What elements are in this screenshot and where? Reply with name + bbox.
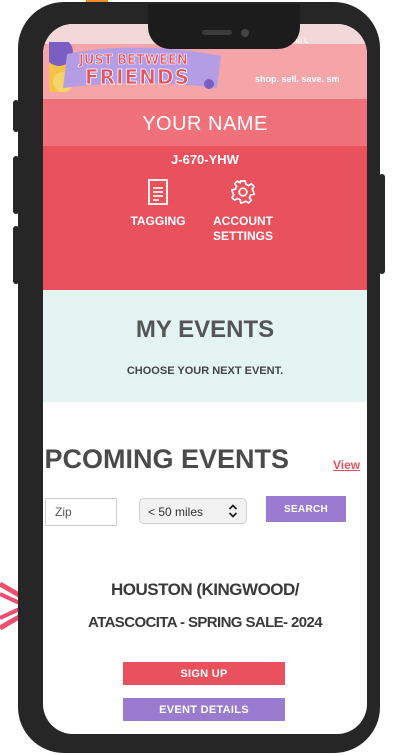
event-title-line1: HOUSTON (KINGWOOD/ bbox=[110, 580, 300, 599]
phone-screen: JUST BETWEEN FRIENDS ho L shop. sell. sa… bbox=[43, 24, 367, 734]
logo-text-line2: FRIENDS bbox=[85, 65, 190, 89]
account-panel: J-670-YHW TAGGING ACCOUNT SETTINGS bbox=[43, 146, 367, 290]
user-name-bar: YOUR NAME bbox=[43, 99, 367, 146]
my-events-title: MY EVENTS bbox=[135, 316, 275, 343]
phone-button-left-1 bbox=[13, 100, 19, 132]
speaker-slot bbox=[202, 30, 232, 35]
distance-select[interactable]: < 50 miles bbox=[139, 498, 247, 524]
tagging-label: TAGGING bbox=[130, 214, 186, 228]
phone-button-left-2 bbox=[13, 156, 19, 214]
zip-input[interactable] bbox=[45, 498, 117, 526]
search-button[interactable]: SEARCH bbox=[266, 496, 346, 522]
brand-tagline: shop. sell. save. sm bbox=[255, 74, 340, 84]
my-events-subtitle: CHOOSE YOUR NEXT EVENT. bbox=[126, 365, 284, 377]
event-title-line2: ATASCOCITA - SPRING SALE- 2024 bbox=[88, 614, 323, 631]
account-code: J-670-YHW bbox=[171, 152, 239, 167]
phone-button-left-3 bbox=[13, 226, 19, 284]
my-events-section: MY EVENTS CHOOSE YOUR NEXT EVENT. bbox=[43, 290, 367, 402]
distance-selected-value: < 50 miles bbox=[148, 505, 204, 519]
phone-button-right bbox=[379, 174, 385, 274]
account-settings-label-2: SETTINGS bbox=[212, 229, 273, 243]
user-name: YOUR NAME bbox=[142, 113, 268, 135]
gear-icon bbox=[230, 179, 256, 205]
tagging-menu-item[interactable]: TAGGING bbox=[118, 179, 198, 229]
front-camera bbox=[241, 29, 249, 37]
brand-logo[interactable]: JUST BETWEEN FRIENDS bbox=[49, 42, 225, 92]
sign-up-button[interactable]: SIGN UP bbox=[123, 662, 285, 685]
event-details-button[interactable]: EVENT DETAILS bbox=[123, 698, 285, 721]
account-settings-menu-item[interactable]: ACCOUNT SETTINGS bbox=[193, 179, 293, 244]
phone-notch bbox=[148, 4, 300, 49]
view-all-link[interactable]: View bbox=[333, 458, 360, 472]
account-settings-label-1: ACCOUNT bbox=[213, 214, 273, 228]
chevron-updown-icon bbox=[228, 504, 238, 518]
upcoming-events-heading: UPCOMING EVENTS bbox=[43, 444, 290, 474]
document-icon bbox=[148, 179, 168, 205]
